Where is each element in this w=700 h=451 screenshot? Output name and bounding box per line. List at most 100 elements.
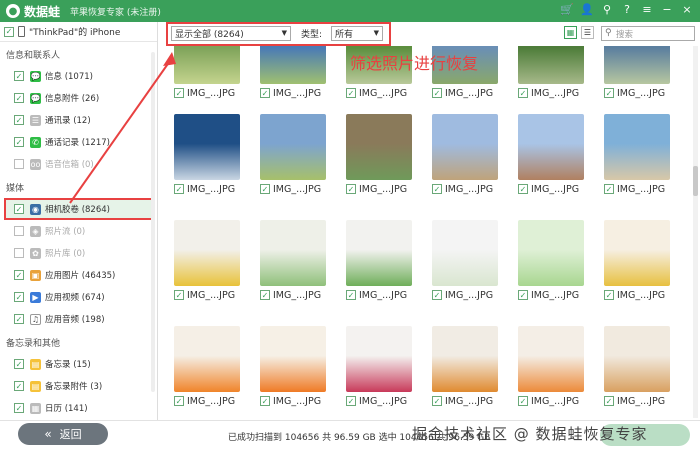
show-filter-select[interactable]: 显示全部 (8264) ▼ [171,26,291,41]
photo-checkbox[interactable]: ✓ [346,88,356,98]
sidebar-checkbox[interactable]: ✓ [14,204,24,214]
photo-checkbox[interactable]: ✓ [604,396,614,406]
photo-checkbox[interactable]: ✓ [432,290,442,300]
photo-image[interactable] [518,326,584,392]
grid-scrollbar[interactable] [693,46,698,418]
photo-checkbox[interactable]: ✓ [174,290,184,300]
photo-checkbox[interactable]: ✓ [518,184,528,194]
photo-checkbox[interactable]: ✓ [260,184,270,194]
sidebar-checkbox[interactable]: ✓ [14,71,24,81]
photo-image[interactable] [260,326,326,392]
photo-checkbox[interactable]: ✓ [174,184,184,194]
photo-image[interactable] [432,220,498,286]
minimize-icon[interactable]: − [660,3,674,16]
sidebar-checkbox[interactable]: ✓ [14,93,24,103]
sidebar-checkbox[interactable]: ✓ [14,226,24,236]
photo-image[interactable] [518,114,584,180]
sidebar-item-phone[interactable]: ✓ ✆ 通话记录 (1217) [0,131,157,153]
photo-image[interactable] [604,326,670,392]
photo-thumbnail[interactable]: ✓ IMG_...JPG [604,220,670,308]
photo-image[interactable] [604,220,670,286]
photo-thumbnail[interactable]: ✓ IMG_...JPG [518,220,584,308]
sidebar-item-notes[interactable]: ✓ ▤ 备忘录 (15) [0,353,157,375]
sidebar-item-notes-attachment[interactable]: ✓ ▤ 备忘录附件 (3) [0,375,157,397]
photo-thumbnail[interactable]: ✓ IMG_...JPG [346,114,412,202]
photo-checkbox[interactable]: ✓ [518,396,528,406]
photo-image[interactable] [260,46,326,84]
photo-image[interactable] [174,326,240,392]
photo-thumbnail[interactable]: ✓ IMG_...JPG [174,46,240,106]
sidebar-item-app-photos[interactable]: ✓ ▣ 应用图片 (46435) [0,264,157,286]
close-icon[interactable]: × [680,3,694,16]
cart-icon[interactable]: 🛒 [560,3,574,16]
photo-checkbox[interactable]: ✓ [260,88,270,98]
type-select[interactable]: 所有 ▼ [331,26,383,41]
photo-checkbox[interactable]: ✓ [604,290,614,300]
sidebar-item-message[interactable]: ✓ 💬 信息 (1071) [0,65,157,87]
photo-image[interactable] [346,220,412,286]
photo-checkbox[interactable]: ✓ [432,184,442,194]
sidebar-checkbox[interactable]: ✓ [14,248,24,258]
photo-thumbnail[interactable]: ✓ IMG_...JPG [260,220,326,308]
sidebar-checkbox[interactable]: ✓ [14,314,24,324]
photo-thumbnail[interactable]: ✓ IMG_...JPG [604,114,670,202]
photo-checkbox[interactable]: ✓ [346,184,356,194]
photo-checkbox[interactable]: ✓ [260,396,270,406]
photo-image[interactable] [604,46,670,84]
photo-thumbnail[interactable]: ✓ IMG_...JPG [518,326,584,414]
photo-image[interactable] [604,114,670,180]
photo-thumbnail[interactable]: ✓ IMG_...JPG [174,220,240,308]
sidebar-item-photolibrary[interactable]: ✓ ✿ 照片库 (0) [0,242,157,264]
sidebar-item-voicemail[interactable]: ✓ oo 语音信箱 (0) [0,153,157,175]
sidebar-checkbox[interactable]: ✓ [14,359,24,369]
photo-thumbnail[interactable]: ✓ IMG_...JPG [174,326,240,414]
photo-image[interactable] [260,220,326,286]
photo-checkbox[interactable]: ✓ [518,290,528,300]
photo-thumbnail[interactable]: ✓ IMG_...JPG [432,114,498,202]
photo-thumbnail[interactable]: ✓ IMG_...JPG [260,46,326,106]
search-input[interactable]: ⚲ 搜索 [601,26,695,41]
photo-thumbnail[interactable]: ✓ IMG_...JPG [174,114,240,202]
device-row[interactable]: ✓ "ThinkPad"的 iPhone [0,22,157,42]
photo-image[interactable] [174,114,240,180]
sidebar-scrollbar[interactable] [151,52,155,392]
photo-thumbnail[interactable]: ✓ IMG_...JPG [518,114,584,202]
photo-image[interactable] [518,46,584,84]
help-icon[interactable]: ? [620,3,634,16]
sidebar-item-camera[interactable]: ✓ ◉ 相机胶卷 (8264) [4,198,153,220]
sidebar-checkbox[interactable]: ✓ [14,115,24,125]
photo-thumbnail[interactable]: ✓ IMG_...JPG [260,114,326,202]
photo-image[interactable] [346,114,412,180]
photo-checkbox[interactable]: ✓ [174,88,184,98]
sidebar-item-calendar[interactable]: ✓ ▦ 日历 (141) [0,397,157,419]
user-icon[interactable]: 👤 [580,3,594,16]
photo-checkbox[interactable]: ✓ [432,88,442,98]
sidebar-checkbox[interactable]: ✓ [14,137,24,147]
photo-image[interactable] [174,46,240,84]
photo-thumbnail[interactable]: ✓ IMG_...JPG [604,46,670,106]
sidebar-checkbox[interactable]: ✓ [14,381,24,391]
photo-thumbnail[interactable]: ✓ IMG_...JPG [346,326,412,414]
sidebar-item-music[interactable]: ✓ ♫ 应用音频 (198) [0,308,157,330]
sidebar-item-attachment[interactable]: ✓ 💬 信息附件 (26) [0,87,157,109]
sidebar-item-contacts[interactable]: ✓ ☰ 通讯录 (12) [0,109,157,131]
photo-checkbox[interactable]: ✓ [432,396,442,406]
photo-checkbox[interactable]: ✓ [346,396,356,406]
photo-checkbox[interactable]: ✓ [604,184,614,194]
list-view-icon[interactable]: ☰ [581,26,594,39]
scroll-thumb[interactable] [693,166,698,196]
back-button[interactable]: « 返回 [18,423,108,445]
sidebar-item-photostream[interactable]: ✓ ◈ 照片流 (0) [0,220,157,242]
photo-image[interactable] [432,326,498,392]
photo-thumbnail[interactable]: ✓ IMG_...JPG [432,220,498,308]
photo-thumbnail[interactable]: ✓ IMG_...JPG [260,326,326,414]
sidebar-checkbox[interactable]: ✓ [14,159,24,169]
photo-checkbox[interactable]: ✓ [604,88,614,98]
key-icon[interactable]: ⚲ [600,3,614,16]
photo-thumbnail[interactable]: ✓ IMG_...JPG [604,326,670,414]
device-checkbox[interactable]: ✓ [4,26,14,37]
sidebar-item-app-video[interactable]: ✓ ▶ 应用视频 (674) [0,286,157,308]
sidebar-checkbox[interactable]: ✓ [14,270,24,280]
photo-image[interactable] [346,326,412,392]
menu-icon[interactable]: ≡ [640,3,654,16]
